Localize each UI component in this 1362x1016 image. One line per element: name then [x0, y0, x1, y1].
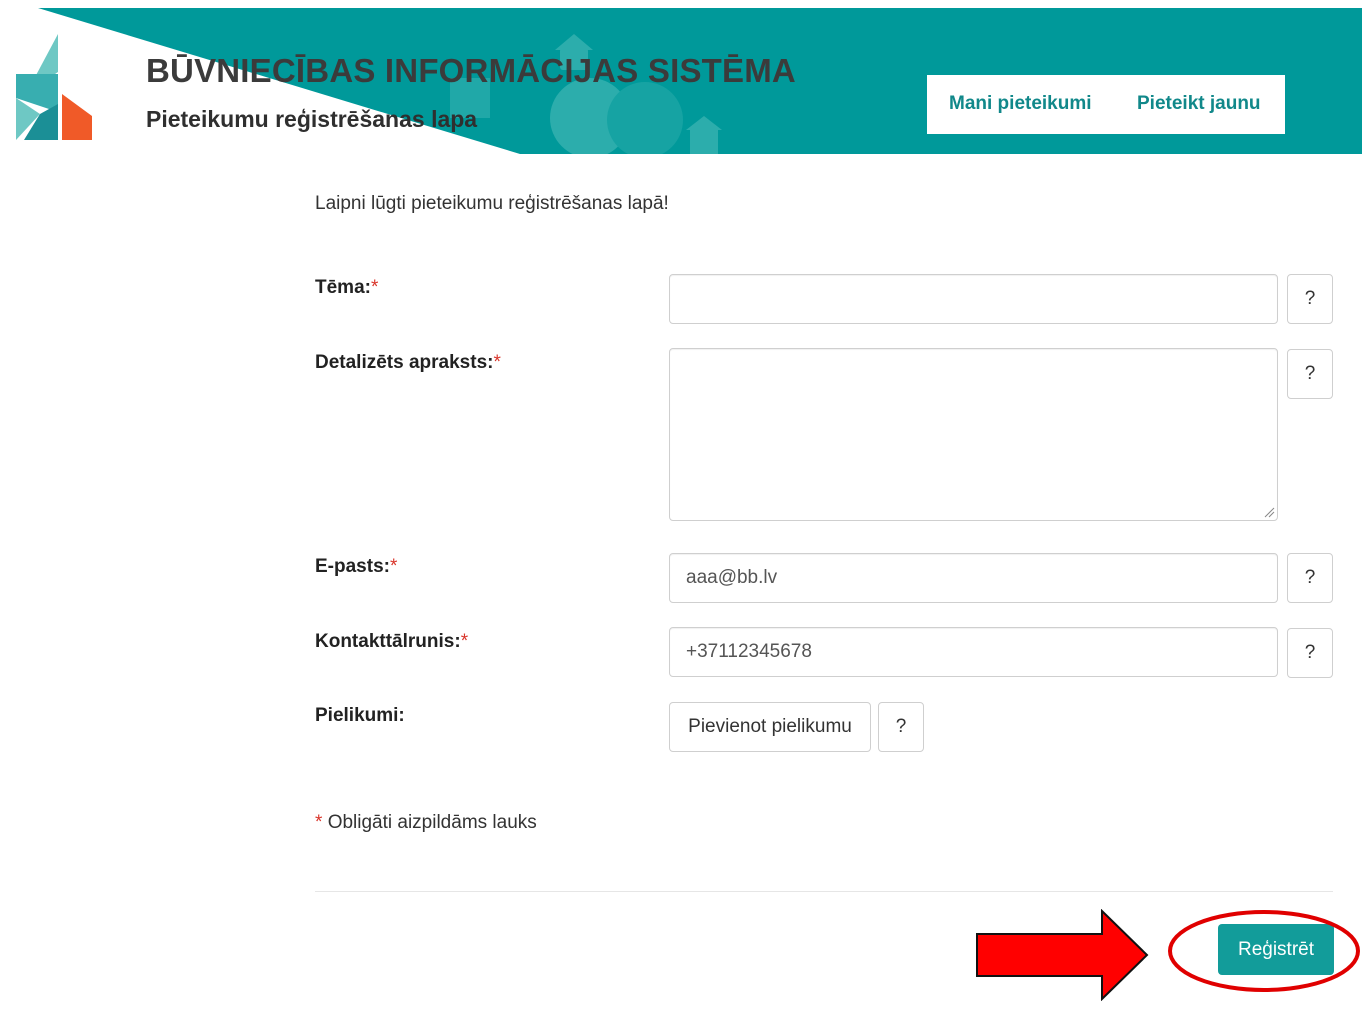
- nav-new-request[interactable]: Pieteikt jaunu: [1137, 93, 1261, 115]
- description-help-button[interactable]: ?: [1287, 349, 1333, 399]
- bis-logo: [16, 34, 92, 140]
- required-asterisk: *: [370, 277, 379, 298]
- topic-input[interactable]: [669, 274, 1278, 324]
- header: BŪVNIECĪBAS INFORMĀCIJAS SISTĒMA Pieteik…: [0, 8, 1362, 154]
- phone-input[interactable]: +37112345678: [669, 627, 1278, 677]
- attachments-help-button[interactable]: ?: [878, 702, 924, 752]
- required-asterisk: *: [460, 631, 469, 652]
- required-asterisk: *: [389, 556, 398, 577]
- description-label: Detalizēts apraksts:*: [315, 352, 501, 373]
- phone-label: Kontakttālrunis:*: [315, 631, 469, 652]
- phone-help-button[interactable]: ?: [1287, 628, 1333, 678]
- attachments-label: Pielikumi:: [315, 705, 405, 726]
- required-note: * Obligāti aizpildāms lauks: [315, 812, 537, 833]
- annotation-arrow-icon: [976, 909, 1149, 1001]
- description-textarea[interactable]: [669, 348, 1278, 521]
- email-help-button[interactable]: ?: [1287, 553, 1333, 603]
- nav-my-requests[interactable]: Mani pieteikumi: [949, 93, 1092, 115]
- required-asterisk: *: [315, 812, 323, 833]
- required-asterisk: *: [493, 352, 501, 373]
- site-title: BŪVNIECĪBAS INFORMĀCIJAS SISTĒMA: [146, 52, 796, 89]
- resize-grip-icon[interactable]: [1263, 506, 1275, 518]
- email-label: E-pasts:*: [315, 556, 398, 577]
- welcome-text: Laipni lūgti pieteikumu reģistrēšanas la…: [315, 193, 669, 214]
- email-input[interactable]: aaa@bb.lv: [669, 553, 1278, 603]
- top-nav: Mani pieteikumi Pieteikt jaunu: [927, 75, 1285, 134]
- topic-label: Tēma:*: [315, 277, 379, 298]
- topic-help-button[interactable]: ?: [1287, 274, 1333, 324]
- divider: [315, 891, 1333, 892]
- page-subtitle: Pieteikumu reģistrēšanas lapa: [146, 106, 478, 132]
- add-attachment-button[interactable]: Pievienot pielikumu: [669, 702, 871, 752]
- annotation-ellipse-icon: [1168, 910, 1360, 992]
